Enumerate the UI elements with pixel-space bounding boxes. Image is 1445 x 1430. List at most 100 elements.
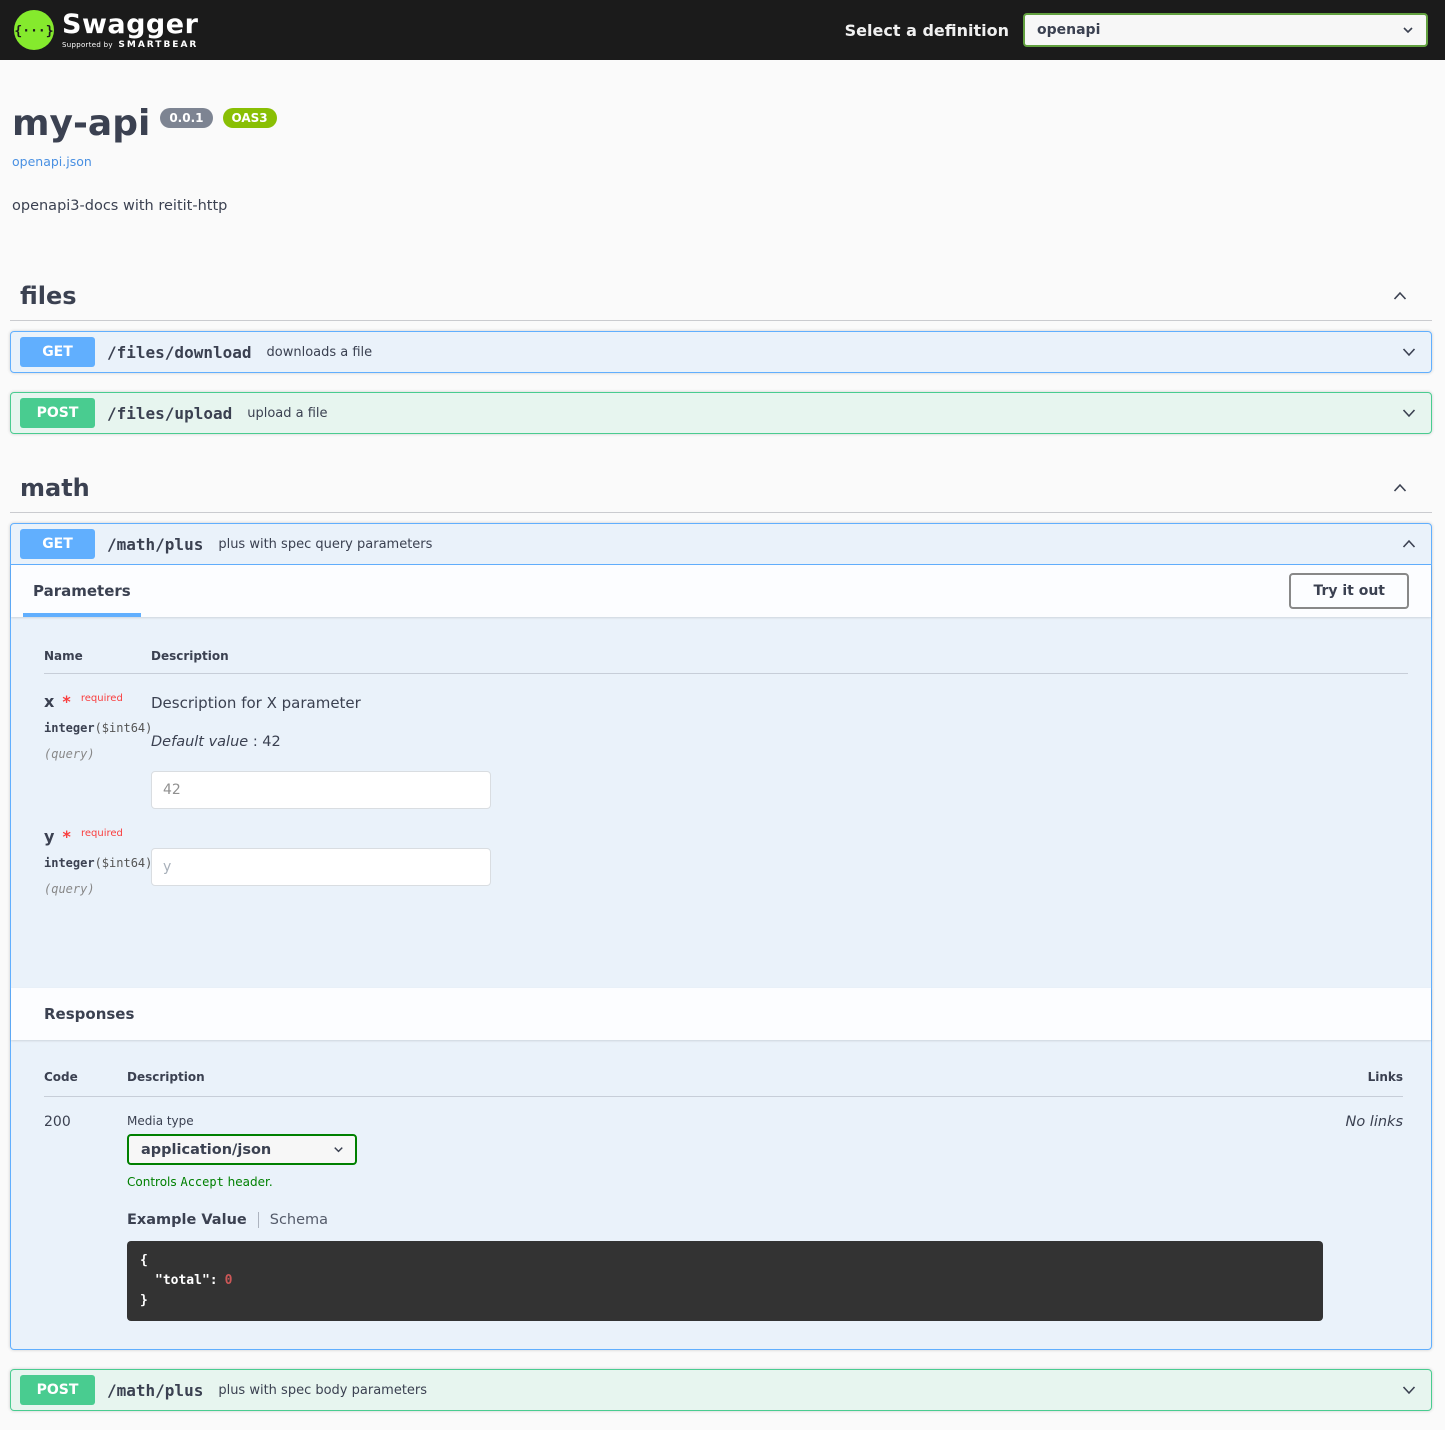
section-math-title: math bbox=[20, 474, 90, 502]
code-line: { bbox=[140, 1251, 1310, 1271]
model-example-tabs: Example Value Schema bbox=[127, 1212, 1323, 1228]
opblock-body: Parameters Try it out Name Description bbox=[11, 565, 1431, 1349]
param-location: (query) bbox=[44, 747, 151, 761]
param-y-input[interactable] bbox=[151, 848, 491, 886]
media-type-label: Media type bbox=[127, 1114, 1323, 1128]
param-format: ($int64) bbox=[95, 721, 153, 735]
try-it-out-button[interactable]: Try it out bbox=[1289, 573, 1409, 609]
media-type-value: application/json bbox=[141, 1142, 271, 1158]
oas3-badge: OAS3 bbox=[223, 108, 277, 128]
param-x-input[interactable] bbox=[151, 771, 491, 809]
api-description: openapi3-docs with reitit-http bbox=[12, 198, 1430, 214]
code-line: "total":0 bbox=[140, 1271, 1310, 1291]
responses-title: Responses bbox=[11, 1005, 134, 1023]
media-type-select[interactable]: application/json bbox=[127, 1134, 357, 1165]
brand-text: Swagger Supported by SMARTBEAR bbox=[62, 11, 198, 50]
chevron-down-icon[interactable] bbox=[1399, 342, 1419, 362]
param-row-x: x * required integer($int64) (query) bbox=[44, 674, 1408, 809]
parameters-section-header: Parameters Try it out bbox=[11, 565, 1431, 617]
required-star: * bbox=[62, 692, 70, 711]
response-code: 200 bbox=[44, 1114, 127, 1321]
code-line: } bbox=[140, 1291, 1310, 1311]
brand-tagline-prefix: Supported by bbox=[62, 41, 113, 49]
accept-code: Accept bbox=[180, 1175, 223, 1189]
definition-select-group: Select a definition openapi bbox=[845, 13, 1428, 47]
param-x-name-line: x * required bbox=[44, 692, 151, 711]
opblock-summary-get-files-download[interactable]: GET /files/download downloads a file bbox=[11, 332, 1431, 372]
param-y-name-col: y * required integer($int64) (query) bbox=[44, 827, 151, 896]
column-header-code: Code bbox=[44, 1070, 127, 1084]
opblock-post-math-plus: POST /math/plus plus with spec body para… bbox=[10, 1369, 1432, 1411]
responses-table: Code Description Links 200 Media type ap… bbox=[11, 1040, 1431, 1349]
op-path: /math/plus bbox=[107, 1381, 203, 1400]
example-value-code-block: { "total":0 } bbox=[127, 1241, 1323, 1321]
section-files-header[interactable]: files bbox=[10, 272, 1432, 321]
opblock-summary-post-math-plus[interactable]: POST /math/plus plus with spec body para… bbox=[11, 1370, 1431, 1410]
opblock-get-files-download: GET /files/download downloads a file bbox=[10, 331, 1432, 373]
section-files-operations: GET /files/download downloads a file POS… bbox=[10, 321, 1432, 434]
param-y-name-line: y * required bbox=[44, 827, 151, 846]
param-description: Description for X parameter bbox=[151, 692, 1408, 712]
section-math-operations: GET /math/plus plus with spec query para… bbox=[10, 513, 1432, 1411]
tab-divider bbox=[258, 1212, 259, 1228]
chevron-down-icon bbox=[331, 1142, 346, 1157]
section-files: files GET /files/download downloads a fi… bbox=[10, 272, 1432, 434]
accept-header-note: Controls Accept header. bbox=[127, 1175, 1323, 1189]
definition-select[interactable]: openapi bbox=[1023, 13, 1428, 47]
column-header-description: Description bbox=[127, 1070, 1323, 1084]
main-content: my-api 0.0.1 OAS3 openapi.json openapi3-… bbox=[0, 60, 1445, 1411]
tab-schema[interactable]: Schema bbox=[270, 1212, 328, 1228]
opblock-get-math-plus: GET /math/plus plus with spec query para… bbox=[10, 523, 1432, 1350]
section-math-header[interactable]: math bbox=[10, 464, 1432, 513]
spec-link[interactable]: openapi.json bbox=[12, 154, 92, 169]
param-default-label: Default value bbox=[151, 734, 248, 750]
op-summary: plus with spec query parameters bbox=[218, 537, 432, 552]
param-y-desc-col bbox=[151, 827, 1408, 896]
brand-tagline: Supported by SMARTBEAR bbox=[62, 41, 198, 50]
chevron-down-icon[interactable] bbox=[1399, 403, 1419, 423]
chevron-up-icon[interactable] bbox=[1399, 534, 1419, 554]
op-summary: downloads a file bbox=[267, 345, 373, 360]
method-badge: POST bbox=[20, 1375, 95, 1405]
response-links: No links bbox=[1323, 1114, 1403, 1321]
param-row-y: y * required integer($int64) (query) bbox=[44, 809, 1408, 896]
param-name: y bbox=[44, 827, 54, 846]
chevron-up-icon[interactable] bbox=[1390, 286, 1410, 306]
swagger-brand[interactable]: {···} Swagger Supported by SMARTBEAR bbox=[14, 10, 198, 50]
param-default: Default value : 42 bbox=[151, 734, 1408, 750]
param-default-value: : 42 bbox=[253, 734, 281, 750]
param-location: (query) bbox=[44, 882, 151, 896]
op-path: /math/plus bbox=[107, 535, 203, 554]
json-key: "total" bbox=[155, 1273, 210, 1288]
chevron-up-icon[interactable] bbox=[1390, 478, 1410, 498]
column-header-links: Links bbox=[1323, 1070, 1403, 1084]
api-title-text: my-api bbox=[12, 106, 150, 142]
parameters-table-head: Name Description bbox=[44, 633, 1408, 674]
swagger-logo-icon: {···} bbox=[14, 10, 54, 50]
tab-parameters[interactable]: Parameters bbox=[23, 565, 141, 617]
tab-example-value[interactable]: Example Value bbox=[127, 1212, 247, 1228]
opblock-summary-post-files-upload[interactable]: POST /files/upload upload a file bbox=[11, 393, 1431, 433]
op-path: /files/download bbox=[107, 343, 252, 362]
json-number: 0 bbox=[225, 1273, 233, 1288]
param-x-name-col: x * required integer($int64) (query) bbox=[44, 692, 151, 809]
section-math: math GET /math/plus plus with spec query… bbox=[10, 464, 1432, 1411]
definition-select-value: openapi bbox=[1037, 22, 1100, 38]
param-x-desc-col: Description for X parameter Default valu… bbox=[151, 692, 1408, 809]
response-row-200: 200 Media type application/json bbox=[44, 1097, 1403, 1321]
page-title: my-api 0.0.1 OAS3 bbox=[12, 106, 1430, 142]
parameters-table: Name Description x * required bbox=[11, 617, 1431, 988]
responses-section-header: Responses bbox=[11, 988, 1431, 1040]
param-name: x bbox=[44, 692, 54, 711]
section-files-title: files bbox=[20, 282, 77, 310]
opblock-summary-get-math-plus[interactable]: GET /math/plus plus with spec query para… bbox=[11, 524, 1431, 565]
svg-text:{···}: {···} bbox=[14, 24, 53, 39]
definition-select-label: Select a definition bbox=[845, 21, 1009, 40]
param-type: integer($int64) bbox=[44, 856, 151, 870]
response-description-cell: Media type application/json Controls bbox=[127, 1114, 1323, 1321]
op-path: /files/upload bbox=[107, 404, 232, 423]
param-format: ($int64) bbox=[95, 856, 153, 870]
op-summary: plus with spec body parameters bbox=[218, 1383, 427, 1398]
required-star: * bbox=[63, 827, 71, 846]
chevron-down-icon[interactable] bbox=[1399, 1380, 1419, 1400]
